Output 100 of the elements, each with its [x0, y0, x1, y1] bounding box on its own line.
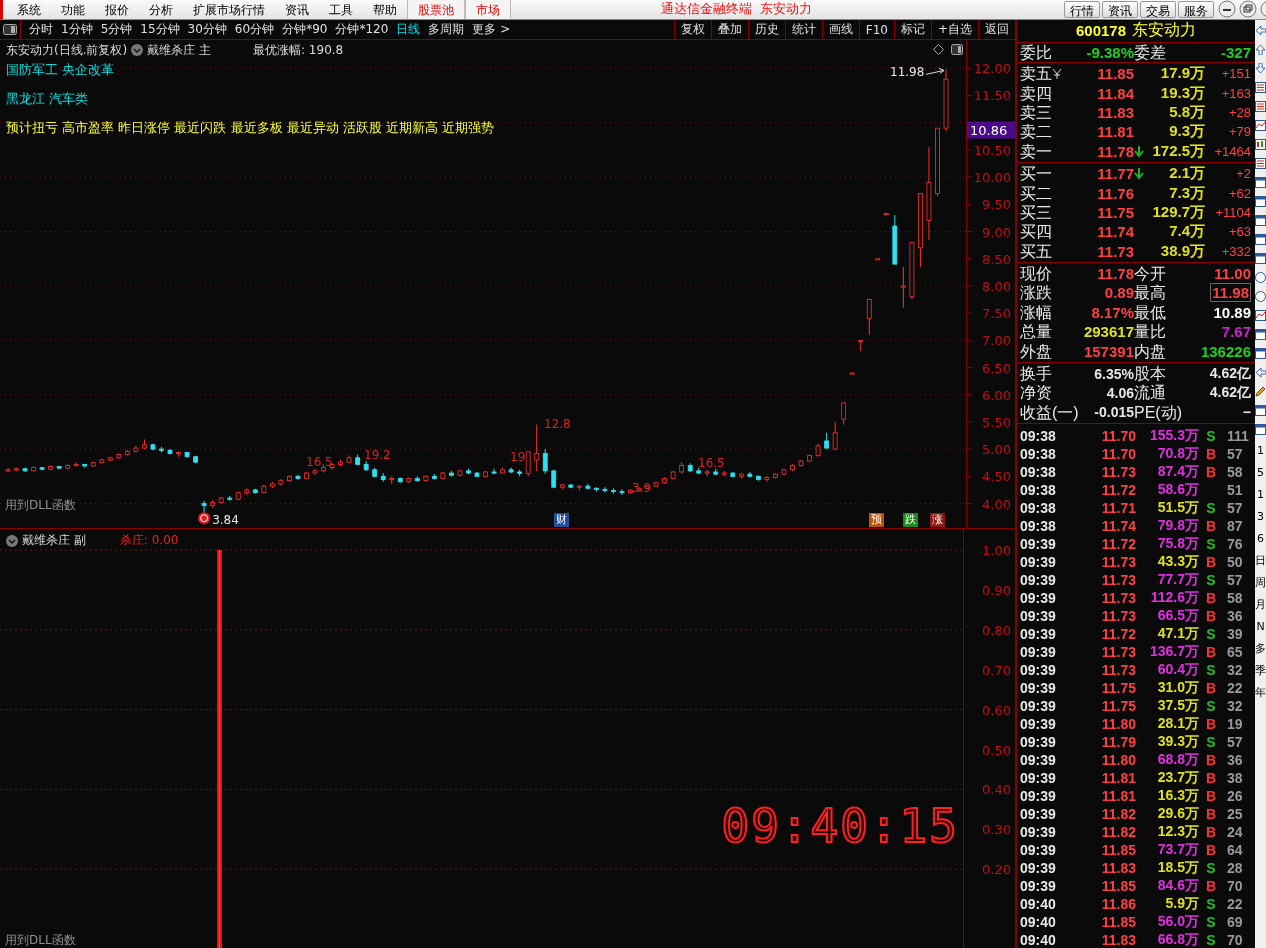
chart-tool-button[interactable]: 返回: [978, 20, 1015, 39]
tick-time: 09:39: [1020, 716, 1057, 732]
down-arrow-icon[interactable]: [1255, 63, 1266, 74]
tick-volume: 39.3万: [1156, 733, 1199, 751]
period-shortcut[interactable]: 5: [1257, 462, 1264, 484]
window-icon[interactable]: [1255, 234, 1266, 245]
chart-tool-button[interactable]: +自选: [930, 20, 978, 39]
panel-toggle-icon[interactable]: [951, 44, 963, 55]
window-icon[interactable]: [1255, 405, 1266, 416]
order-change: +28: [1227, 104, 1251, 120]
chart-tool-button[interactable]: 画线: [821, 20, 859, 39]
chart-tool-button[interactable]: F10: [858, 20, 894, 39]
table-icon[interactable]: [1255, 158, 1266, 169]
panel-toggle-icon[interactable]: [3, 24, 17, 35]
window-icon[interactable]: [1255, 329, 1266, 340]
tick-count: 36: [1226, 608, 1244, 624]
up-arrow-icon[interactable]: [1255, 44, 1266, 55]
period-tab[interactable]: 分钟*120: [331, 21, 393, 38]
trade-side: B: [1204, 806, 1218, 822]
period-tab[interactable]: 1分钟: [57, 21, 97, 38]
menu-item[interactable]: 帮助: [363, 0, 407, 19]
menu-item[interactable]: 市场: [465, 0, 511, 19]
period-tab[interactable]: 日线: [392, 21, 425, 38]
candlestick-icon[interactable]: [1255, 139, 1266, 150]
window-icon[interactable]: [1255, 348, 1266, 359]
period-shortcut[interactable]: N: [1256, 616, 1265, 638]
period-shortcut[interactable]: 多: [1255, 638, 1266, 660]
candlestick: [534, 424, 540, 472]
circle-icon[interactable]: [1255, 272, 1266, 283]
circle-icon[interactable]: [1255, 291, 1266, 302]
current-price-tag: 10.86: [967, 121, 1015, 139]
window-icon[interactable]: [1255, 196, 1266, 207]
field-value: 11.78: [1096, 265, 1134, 283]
line-chart-icon[interactable]: [1255, 310, 1266, 321]
field-value: -9.38%: [1085, 43, 1134, 61]
tick-time: 09:39: [1020, 770, 1057, 786]
period-shortcut[interactable]: 年: [1255, 682, 1266, 704]
restore-button[interactable]: [1239, 0, 1257, 18]
tick-price: 11.83: [1100, 932, 1136, 948]
window-icon[interactable]: [1255, 215, 1266, 226]
table-icon[interactable]: [1255, 82, 1266, 93]
field-label: 总量: [1020, 322, 1053, 342]
price-tick: 10.00: [973, 169, 1011, 185]
period-tab[interactable]: 5分钟: [96, 21, 137, 38]
tick-count: 50: [1226, 554, 1244, 570]
period-tab[interactable]: 更多 >: [468, 21, 515, 38]
back-arrow-icon[interactable]: [1255, 25, 1266, 36]
menu-item[interactable]: 报价: [95, 0, 139, 19]
chevron-down-icon[interactable]: [6, 534, 18, 547]
top-button[interactable]: 资讯: [1102, 1, 1138, 18]
period-tab[interactable]: 多周期: [424, 21, 469, 38]
tick-volume: 60.4万: [1156, 661, 1199, 679]
period-shortcut[interactable]: 6: [1257, 528, 1264, 550]
top-button[interactable]: 交易: [1140, 1, 1176, 18]
period-tab[interactable]: 15分钟: [136, 21, 184, 38]
back-arrow-icon[interactable]: [1255, 367, 1266, 378]
period-shortcut[interactable]: 周: [1255, 572, 1266, 594]
top-button[interactable]: 行情: [1064, 1, 1100, 18]
chart-label: 16.5: [306, 455, 333, 469]
period-tab[interactable]: 30分钟: [183, 21, 231, 38]
chevron-down-icon[interactable]: [131, 44, 144, 56]
minimize-button[interactable]: [1218, 0, 1236, 18]
menu-item[interactable]: 工具: [319, 0, 363, 19]
period-shortcut[interactable]: 3: [1257, 506, 1264, 528]
menu-item[interactable]: 扩展市场行情: [183, 0, 275, 19]
menu-item[interactable]: 股票池: [407, 0, 465, 19]
period-shortcut[interactable]: 1: [1257, 440, 1264, 462]
price-tick: 11.50: [973, 88, 1011, 103]
menu-item[interactable]: 分析: [139, 0, 183, 19]
period-shortcut[interactable]: 日: [1255, 550, 1266, 572]
chart-tool-button[interactable]: 叠加: [710, 20, 748, 39]
window-icon[interactable]: [1255, 253, 1266, 264]
order-change: +63: [1227, 224, 1251, 240]
field-value: 4.62亿: [1208, 383, 1251, 402]
tick-price: 11.73: [1100, 662, 1136, 678]
order-price: 11.81: [1096, 123, 1134, 141]
period-tab[interactable]: 分时: [25, 21, 57, 38]
chart-tool-button[interactable]: 历史: [747, 20, 785, 39]
line-chart-icon[interactable]: [1255, 120, 1266, 131]
order-change: +151: [1220, 66, 1251, 82]
chart-tool-button[interactable]: 复权: [673, 20, 711, 39]
period-tab[interactable]: 分钟*90: [278, 21, 332, 38]
period-tab[interactable]: 60分钟: [230, 21, 279, 38]
menu-item[interactable]: 资讯: [275, 0, 319, 19]
menu-item[interactable]: 功能: [51, 0, 95, 19]
table-icon[interactable]: [1255, 101, 1266, 112]
candlestick: [764, 475, 770, 483]
top-button[interactable]: 服务: [1178, 1, 1214, 18]
window-icon[interactable]: [1255, 177, 1266, 188]
chart-tool-button[interactable]: 统计: [784, 20, 822, 39]
chart-tool-button[interactable]: 标记: [893, 20, 931, 39]
tick-price: 11.85: [1100, 842, 1136, 858]
pencil-icon[interactable]: [1255, 386, 1266, 397]
period-shortcut[interactable]: 1: [1257, 484, 1264, 506]
diamond-icon[interactable]: [933, 44, 944, 55]
period-shortcut[interactable]: 月: [1255, 594, 1266, 616]
field-label: 最低: [1134, 302, 1167, 322]
period-shortcut[interactable]: 季: [1255, 660, 1266, 682]
window-icon[interactable]: [1255, 424, 1266, 435]
menu-item[interactable]: 系统: [7, 0, 51, 19]
